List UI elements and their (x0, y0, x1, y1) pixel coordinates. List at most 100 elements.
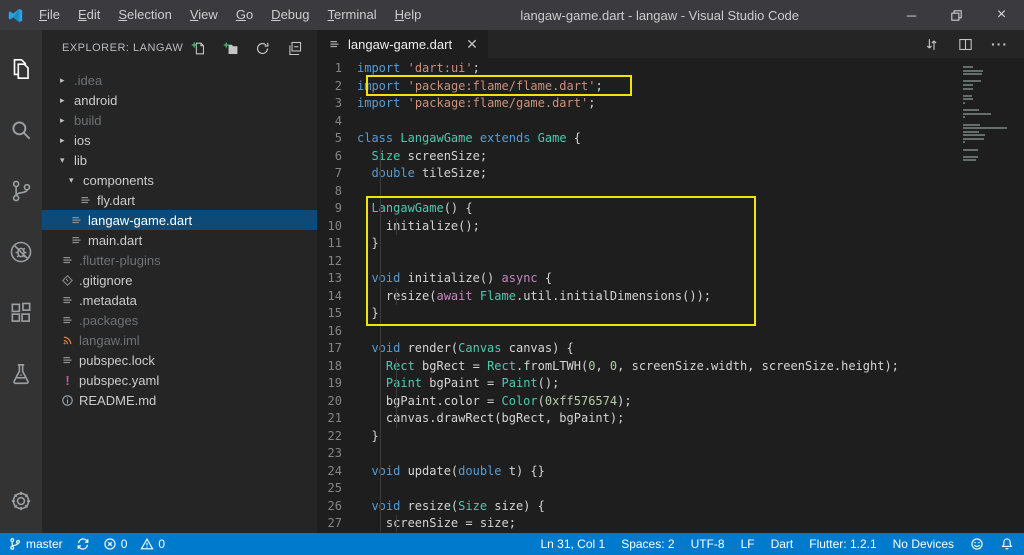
line-number: 10 (317, 218, 357, 236)
activity-explorer[interactable] (0, 38, 42, 99)
menu-help[interactable]: Help (386, 0, 431, 30)
tree-item-langaw-game-dart[interactable]: langaw-game.dart (42, 210, 317, 230)
code-text: void render(Canvas canvas) { (357, 340, 574, 358)
minimap-line (963, 73, 982, 75)
menu-bar: FileEditSelectionViewGoDebugTerminalHelp (30, 0, 430, 30)
code-line-12: 12 (317, 253, 1024, 271)
line-number: 14 (317, 288, 357, 306)
split-editor-button[interactable] (957, 36, 974, 53)
minimap-line (963, 109, 979, 111)
minimize-button[interactable]: ─ (889, 0, 934, 30)
status-feedback[interactable] (970, 537, 984, 551)
more-actions-button[interactable]: ··· (991, 36, 1008, 52)
tree-item-android[interactable]: ▸android (42, 90, 317, 110)
tree-item-build[interactable]: ▸build (42, 110, 317, 130)
test-icon (8, 361, 34, 387)
tree-item-label: langaw-game.dart (88, 213, 192, 228)
tree-item-main-dart[interactable]: main.dart (42, 230, 317, 250)
tree-item-pubspec-yaml[interactable]: !pubspec.yaml (42, 370, 317, 390)
minimap-line (963, 131, 979, 133)
menu-edit[interactable]: Edit (69, 0, 109, 30)
line-number: 22 (317, 428, 357, 446)
minimap-line (963, 156, 978, 158)
tree-item-flutter-plugins[interactable]: .flutter-plugins (42, 250, 317, 270)
status-device-selector[interactable]: No Devices (893, 537, 954, 551)
code-text: } (357, 305, 379, 323)
code-line-16: 16 (317, 323, 1024, 341)
status-git-branch-status[interactable]: master (8, 537, 63, 551)
menu-terminal[interactable]: Terminal (318, 0, 385, 30)
tree-item-lib[interactable]: ▾lib (42, 150, 317, 170)
tree-item-ios[interactable]: ▸ios (42, 130, 317, 150)
status-eol-sequence[interactable]: LF (741, 537, 755, 551)
tree-item-fly-dart[interactable]: fly.dart (42, 190, 317, 210)
status-flutter-version[interactable]: Flutter: 1.2.1 (809, 537, 876, 551)
status-cursor-position-label: Ln 31, Col 1 (540, 537, 605, 551)
tree-item-readme-md[interactable]: README.md (42, 390, 317, 410)
tab-langaw-game-dart[interactable]: langaw-game.dart ✕ (317, 30, 488, 58)
minimap-line (963, 141, 965, 143)
status-error-count[interactable]: 0 (103, 537, 128, 551)
dart-file-icon (69, 214, 84, 227)
code-text: screenSize = size; (357, 515, 516, 533)
tree-item-label: components (83, 173, 154, 188)
tab-close-icon[interactable]: ✕ (466, 36, 478, 53)
status-indentation[interactable]: Spaces: 2 (621, 537, 674, 551)
open-changes-button[interactable] (923, 36, 940, 53)
activity-debug[interactable] (0, 221, 42, 282)
activity-settings[interactable] (0, 479, 42, 523)
line-number: 24 (317, 463, 357, 481)
tree-item-langaw-iml[interactable]: langaw.iml (42, 330, 317, 350)
menu-debug[interactable]: Debug (262, 0, 318, 30)
close-button[interactable]: × (979, 0, 1024, 30)
code-line-20: 20 bgPaint.color = Color(0xff576574); (317, 393, 1024, 411)
sync-status-icon (76, 537, 90, 551)
explorer-header: EXPLORER: LANGAW (42, 30, 317, 66)
menu-selection[interactable]: Selection (109, 0, 180, 30)
status-warning-count[interactable]: 0 (140, 537, 165, 551)
new-folder-button[interactable] (222, 40, 239, 57)
error-count-icon (103, 537, 117, 551)
restore-button[interactable] (934, 0, 979, 30)
status-language-mode[interactable]: Dart (771, 537, 794, 551)
search-icon (8, 117, 34, 143)
tree-item-pubspec-lock[interactable]: pubspec.lock (42, 350, 317, 370)
notifications-icon (1000, 537, 1014, 551)
source-control-icon (8, 178, 34, 204)
tab-bar: langaw-game.dart ✕ ··· (317, 30, 1024, 58)
code-editor[interactable]: 1import 'dart:ui';2import 'package:flame… (317, 58, 1024, 533)
activity-source-control[interactable] (0, 160, 42, 221)
refresh-button[interactable] (254, 40, 271, 57)
tree-item-packages[interactable]: .packages (42, 310, 317, 330)
code-line-22: 22 } (317, 428, 1024, 446)
warning-count-icon (140, 537, 154, 551)
activity-test[interactable] (0, 343, 42, 404)
activity-extensions[interactable] (0, 282, 42, 343)
code-line-25: 25 (317, 480, 1024, 498)
code-text: double tileSize; (357, 165, 487, 183)
line-number: 5 (317, 130, 357, 148)
line-number: 11 (317, 235, 357, 253)
tree-item-metadata[interactable]: .metadata (42, 290, 317, 310)
collapse-all-button[interactable] (286, 40, 303, 57)
activity-search[interactable] (0, 99, 42, 160)
readme-file-icon (60, 394, 75, 407)
minimap-line (963, 124, 980, 126)
new-file-button[interactable] (190, 40, 207, 57)
vscode-window: FileEditSelectionViewGoDebugTerminalHelp… (0, 0, 1024, 555)
menu-view[interactable]: View (181, 0, 227, 30)
explorer-icon (8, 56, 34, 82)
code-line-15: 15 } (317, 305, 1024, 323)
status-notifications[interactable] (1000, 537, 1014, 551)
tree-item-components[interactable]: ▾components (42, 170, 317, 190)
tree-item-idea[interactable]: ▸.idea (42, 70, 317, 90)
status-encoding[interactable]: UTF-8 (691, 537, 725, 551)
status-cursor-position[interactable]: Ln 31, Col 1 (540, 537, 605, 551)
menu-file[interactable]: File (30, 0, 69, 30)
menu-go[interactable]: Go (227, 0, 262, 30)
code-text: void initialize() async { (357, 270, 552, 288)
line-number: 26 (317, 498, 357, 516)
tree-item-gitignore[interactable]: .gitignore (42, 270, 317, 290)
minimap[interactable] (963, 66, 1011, 163)
status-sync-status[interactable] (76, 537, 90, 551)
